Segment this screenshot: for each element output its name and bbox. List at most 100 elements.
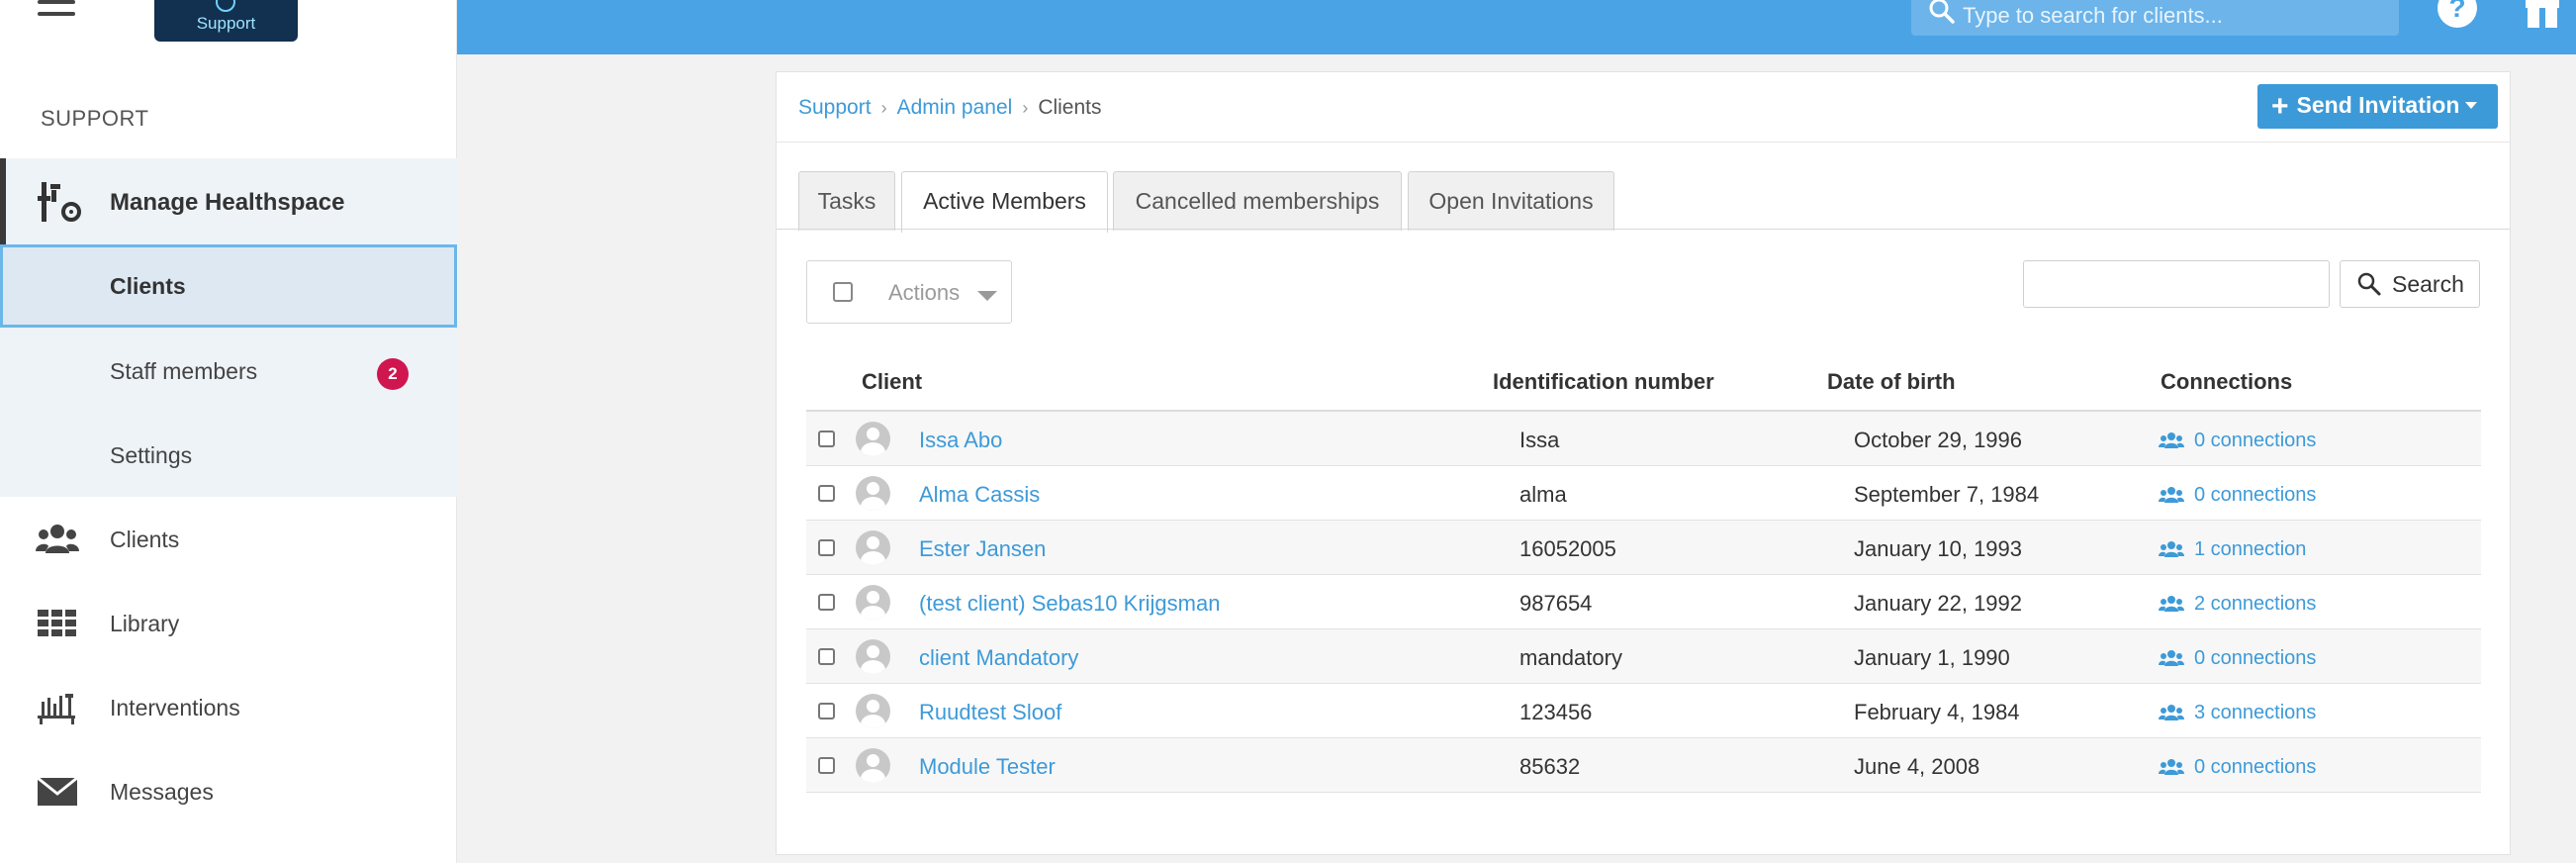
actions-label: Actions [888, 280, 961, 305]
breadcrumb-link-support[interactable]: Support [798, 96, 872, 119]
date-of-birth: February 4, 1984 [1854, 700, 2020, 724]
row-checkbox[interactable] [818, 703, 835, 719]
date-of-birth: January 1, 1990 [1854, 645, 2010, 670]
connections-label: 0 connections [2194, 756, 2317, 778]
avatar [856, 694, 890, 728]
table-row: Issa Abo Issa October 29, 1996 0 connection… [806, 412, 2481, 466]
date-of-birth: October 29, 1996 [1854, 428, 2023, 452]
sidebar-item-label: Library [110, 611, 180, 636]
date-of-birth: January 10, 1993 [1854, 536, 2023, 561]
connections-link[interactable]: 0 connections [2159, 756, 2316, 779]
interventions-icon [38, 694, 75, 724]
global-search [1911, 0, 2399, 36]
connections-label: 2 connections [2194, 593, 2317, 615]
avatar [856, 422, 890, 456]
tab-tasks[interactable]: Tasks [798, 171, 895, 231]
connections-link[interactable]: 0 connections [2159, 647, 2316, 670]
column-header-connections[interactable]: Connections [2161, 369, 2292, 395]
sidebar-subitem-settings[interactable]: Settings [0, 414, 457, 497]
users-icon [2159, 487, 2184, 503]
table-row: client Mandatory mandatory January 1, 1990… [806, 629, 2481, 684]
connections-link[interactable]: 1 connection [2159, 538, 2306, 561]
users-icon [2159, 541, 2184, 557]
select-all-checkbox[interactable] [833, 282, 853, 302]
sidebar-item-manage-healthspace[interactable]: Manage Healthspace [0, 158, 457, 244]
sidebar-item-label: Staff members [110, 358, 258, 384]
client-name-link[interactable]: Ruudtest Sloof [919, 700, 1061, 725]
search-icon [1929, 0, 1955, 24]
caret-down-icon [2465, 101, 2478, 109]
hamburger-menu-icon[interactable] [38, 0, 77, 26]
client-name-link[interactable]: Module Tester [919, 754, 1056, 780]
connections-link[interactable]: 2 connections [2159, 593, 2316, 616]
bulk-actions-dropdown[interactable]: Actions [806, 260, 1012, 324]
manage-settings-icon [38, 182, 81, 222]
search-button[interactable]: Search [2340, 260, 2480, 308]
table-search-input[interactable] [2023, 260, 2330, 308]
client-name-link[interactable]: Ester Jansen [919, 536, 1046, 562]
envelope-icon [37, 776, 78, 806]
divider [777, 142, 2510, 143]
connections-link[interactable]: 3 connections [2159, 702, 2316, 724]
notification-badge: 2 [377, 358, 409, 390]
client-name-link[interactable]: (test client) Sebas10 Krijgsman [919, 591, 1220, 617]
sidebar-item-clients[interactable]: Clients [0, 498, 457, 581]
identification-number: 987654 [1519, 591, 1593, 616]
grid-icon [38, 610, 76, 636]
section-label: SUPPORT [41, 106, 149, 131]
gear-icon [216, 0, 235, 12]
connections-label: 0 connections [2194, 647, 2317, 669]
table-row: Ester Jansen 16052005 January 10, 1993 1 co… [806, 521, 2481, 575]
identification-number: Issa [1519, 428, 1560, 452]
breadcrumb-link-admin-panel[interactable]: Admin panel [897, 96, 1013, 119]
support-logo[interactable]: Support [154, 0, 298, 42]
identification-number: 16052005 [1519, 536, 1616, 561]
table-row: Ruudtest Sloof 123456 February 4, 1984 3 co… [806, 684, 2481, 738]
logo-text: Support [196, 14, 256, 33]
column-header-client[interactable]: Client [862, 369, 922, 395]
row-checkbox[interactable] [818, 539, 835, 556]
caret-down-icon [977, 291, 997, 301]
avatar [856, 530, 890, 565]
sidebar-subitem-clients[interactable]: Clients [0, 244, 457, 328]
row-checkbox[interactable] [818, 757, 835, 774]
connections-link[interactable]: 0 connections [2159, 430, 2316, 452]
sidebar-item-label: Clients [110, 273, 186, 299]
column-header-date-of-birth[interactable]: Date of birth [1827, 369, 1956, 395]
tab-active-members[interactable]: Active Members [901, 171, 1108, 233]
client-search-input[interactable] [1963, 0, 2388, 32]
gift-icon[interactable] [2525, 0, 2560, 28]
column-header-identification-number[interactable]: Identification number [1493, 369, 1714, 395]
avatar [856, 639, 890, 674]
tab-open-invitations[interactable]: Open Invitations [1408, 171, 1614, 231]
send-invitation-button[interactable]: + Send Invitation [2257, 84, 2498, 129]
sidebar-item-messages[interactable]: Messages [0, 750, 457, 833]
sidebar-item-library[interactable]: Library [0, 582, 457, 665]
sidebar-item-interventions[interactable]: Interventions [0, 666, 457, 749]
avatar [856, 476, 890, 511]
avatar [856, 748, 890, 783]
row-checkbox[interactable] [818, 485, 835, 502]
row-checkbox[interactable] [818, 648, 835, 665]
sidebar-item-label: Manage Healthspace [110, 189, 345, 216]
client-name-link[interactable]: client Mandatory [919, 645, 1078, 671]
users-icon [2159, 705, 2184, 720]
identification-number: mandatory [1519, 645, 1622, 670]
sidebar-subitem-staff-members[interactable]: Staff members 2 [0, 330, 457, 413]
sidebar-item-label: Interventions [110, 695, 240, 720]
client-name-link[interactable]: Alma Cassis [919, 482, 1040, 508]
users-icon [2159, 650, 2184, 666]
table-row: (test client) Sebas10 Krijgsman 987654 Jan… [806, 575, 2481, 629]
breadcrumb: Support › Admin panel › Clients [798, 96, 1102, 120]
connections-link[interactable]: 0 connections [2159, 484, 2316, 507]
connections-label: 3 connections [2194, 702, 2317, 723]
row-checkbox[interactable] [818, 594, 835, 611]
sidebar-item-label: Settings [110, 442, 193, 468]
chevron-right-icon: › [1022, 98, 1029, 118]
table-row: Module Tester 85632 June 4, 2008 0 connecti… [806, 738, 2481, 793]
connections-label: 0 connections [2194, 430, 2317, 451]
client-name-link[interactable]: Issa Abo [919, 428, 1002, 453]
sidebar-item-label: Clients [110, 527, 180, 552]
tab-cancelled-memberships[interactable]: Cancelled memberships [1113, 171, 1402, 231]
row-checkbox[interactable] [818, 431, 835, 447]
